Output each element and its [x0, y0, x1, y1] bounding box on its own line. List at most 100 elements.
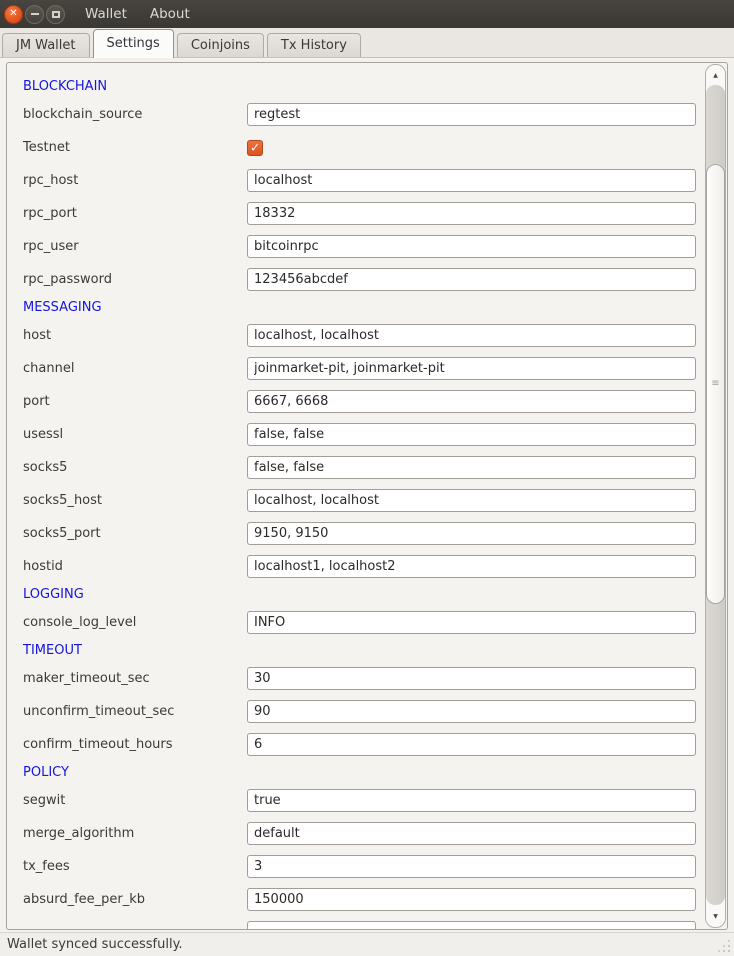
field-label: socks5_host: [23, 493, 247, 508]
tab-label: Coinjoins: [191, 38, 250, 53]
menu-bar: Wallet About: [82, 4, 193, 24]
field-label: socks5: [23, 460, 247, 475]
field-label: tx_fees: [23, 859, 247, 874]
field-input[interactable]: [247, 522, 696, 545]
settings-field-row: absurd_fee_per_kb: [23, 883, 703, 916]
field-input[interactable]: [247, 169, 696, 192]
field-input[interactable]: [247, 789, 696, 812]
settings-checkbox-row: Testnet ✓: [23, 131, 703, 164]
settings-field-row: port: [23, 385, 703, 418]
settings-field-row: tx_fees: [23, 850, 703, 883]
field-label: rpc_port: [23, 206, 247, 221]
close-icon: ✕: [9, 9, 17, 19]
field-input[interactable]: [247, 700, 696, 723]
settings-field-row: unconfirm_timeout_sec: [23, 695, 703, 728]
tab-coinjoins[interactable]: Coinjoins: [177, 33, 264, 58]
close-button[interactable]: ✕: [4, 5, 23, 24]
tab-label: Tx History: [281, 38, 347, 53]
field-label: blockchain_source: [23, 107, 247, 122]
scroll-up-icon: ▲: [713, 72, 718, 79]
field-input[interactable]: [247, 888, 696, 911]
field-input[interactable]: [247, 235, 696, 258]
tab-label: Settings: [107, 36, 160, 51]
settings-field-row: merge_algorithm: [23, 817, 703, 850]
settings-scroll-area: BLOCKCHAIN blockchain_source Testnet ✓ r…: [6, 62, 728, 930]
settings-field-row: usessl: [23, 418, 703, 451]
status-text: Wallet synced successfully.: [7, 937, 183, 952]
minimize-icon: [31, 13, 39, 15]
tab-settings[interactable]: Settings: [93, 29, 174, 58]
field-label: rpc_host: [23, 173, 247, 188]
field-label: rpc_password: [23, 272, 247, 287]
field-input[interactable]: [247, 921, 696, 930]
settings-field-row: socks5_host: [23, 484, 703, 517]
field-label: port: [23, 394, 247, 409]
field-input[interactable]: [247, 357, 696, 380]
field-input[interactable]: [247, 733, 696, 756]
settings-field-row: socks5_port: [23, 517, 703, 550]
maximize-button[interactable]: [46, 5, 65, 24]
scroll-up-button[interactable]: ▲: [706, 65, 725, 85]
tab-bar: JM Wallet Settings Coinjoins Tx History: [0, 28, 734, 58]
field-label: segwit: [23, 793, 247, 808]
scroll-down-icon: ▼: [713, 913, 718, 920]
field-label: absurd_fee_per_kb: [23, 892, 247, 907]
settings-field-row: blockchain_source: [23, 98, 703, 131]
field-input[interactable]: [247, 667, 696, 690]
field-label: Testnet: [23, 140, 247, 155]
field-input[interactable]: [247, 822, 696, 845]
section-header-timeout: TIMEOUT: [23, 639, 703, 662]
maximize-icon: [52, 11, 60, 18]
field-label: maker_timeout_sec: [23, 671, 247, 686]
field-label: unconfirm_timeout_sec: [23, 704, 247, 719]
field-label: socks5_port: [23, 526, 247, 541]
resize-grip[interactable]: [728, 950, 730, 952]
status-bar: Wallet synced successfully.: [0, 932, 734, 956]
settings-field-row: rpc_port: [23, 197, 703, 230]
vertical-scrollbar: ▲ ≡ ▼: [705, 64, 726, 928]
settings-field-row: hostid: [23, 550, 703, 583]
field-input[interactable]: [247, 489, 696, 512]
settings-field-row: host: [23, 319, 703, 352]
field-input[interactable]: [247, 855, 696, 878]
settings-field-row: console_log_level: [23, 606, 703, 639]
field-input[interactable]: [247, 390, 696, 413]
settings-field-row: confirm_timeout_hours: [23, 728, 703, 761]
section-header-blockchain: BLOCKCHAIN: [23, 75, 703, 98]
field-input[interactable]: [247, 423, 696, 446]
minimize-button[interactable]: [25, 5, 44, 24]
menu-about[interactable]: About: [147, 4, 193, 24]
settings-field-row: rpc_user: [23, 230, 703, 263]
field-input[interactable]: [247, 202, 696, 225]
check-icon: ✓: [250, 141, 260, 153]
field-label: rpc_user: [23, 239, 247, 254]
settings-field-row: rpc_host: [23, 164, 703, 197]
settings-field-row: [23, 916, 703, 930]
window-controls: ✕: [4, 5, 65, 24]
section-header-messaging: MESSAGING: [23, 296, 703, 319]
tab-jm-wallet[interactable]: JM Wallet: [2, 33, 90, 58]
field-input[interactable]: [247, 103, 696, 126]
tab-label: JM Wallet: [16, 38, 76, 53]
field-label: host: [23, 328, 247, 343]
scroll-down-button[interactable]: ▼: [706, 905, 725, 927]
settings-field-row: socks5: [23, 451, 703, 484]
field-label: usessl: [23, 427, 247, 442]
title-bar: ✕ Wallet About: [0, 0, 734, 28]
testnet-checkbox[interactable]: ✓: [247, 140, 263, 156]
tab-tx-history[interactable]: Tx History: [267, 33, 361, 58]
section-header-logging: LOGGING: [23, 583, 703, 606]
settings-field-row: rpc_password: [23, 263, 703, 296]
field-input[interactable]: [247, 456, 696, 479]
scrollbar-thumb[interactable]: ≡: [706, 164, 725, 604]
menu-wallet[interactable]: Wallet: [82, 4, 130, 24]
field-label: hostid: [23, 559, 247, 574]
field-input[interactable]: [247, 268, 696, 291]
settings-field-row: maker_timeout_sec: [23, 662, 703, 695]
tab-page-settings: BLOCKCHAIN blockchain_source Testnet ✓ r…: [0, 58, 734, 932]
field-label: channel: [23, 361, 247, 376]
field-input[interactable]: [247, 324, 696, 347]
field-input[interactable]: [247, 611, 696, 634]
field-input[interactable]: [247, 555, 696, 578]
scrollbar-grip-icon: ≡: [711, 379, 719, 389]
